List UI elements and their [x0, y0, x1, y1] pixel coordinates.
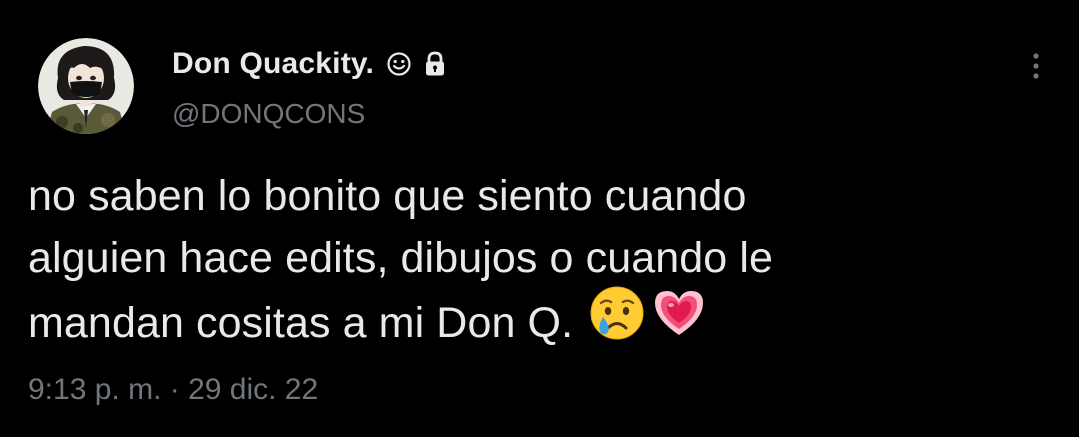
smiley-face-icon: [386, 51, 412, 77]
more-options-button[interactable]: [1020, 48, 1052, 88]
avatar-image: [38, 38, 134, 134]
tweet-text-line: mandan cositas a mi Don Q.: [28, 298, 574, 347]
lock-icon: [424, 51, 446, 77]
user-handle[interactable]: @DONQCONS: [172, 98, 365, 130]
tweet-text-line: no saben lo bonito que siento cuando: [28, 172, 747, 220]
tweet-timestamp[interactable]: 9:13 p. m. · 29 dic. 22: [28, 373, 318, 407]
growing-heart-emoji: [651, 285, 707, 358]
crying-face-emoji: [589, 285, 645, 358]
tweet-text-line-with-emojis: mandan cositas a mi Don Q.: [28, 286, 1048, 362]
display-name[interactable]: Don Quackity.: [172, 47, 374, 81]
tweet-text: no saben lo bonito que siento cuando alg…: [28, 165, 1048, 362]
avatar[interactable]: [38, 38, 134, 134]
tweet-text-line: alguien hace edits, dibujos o cuando le: [28, 234, 773, 282]
tweet-card: Don Quackity. @DONQCONS no saben lo boni…: [0, 0, 1079, 437]
vertical-ellipsis-icon: [1033, 53, 1039, 79]
author-name-row: Don Quackity.: [172, 44, 446, 84]
